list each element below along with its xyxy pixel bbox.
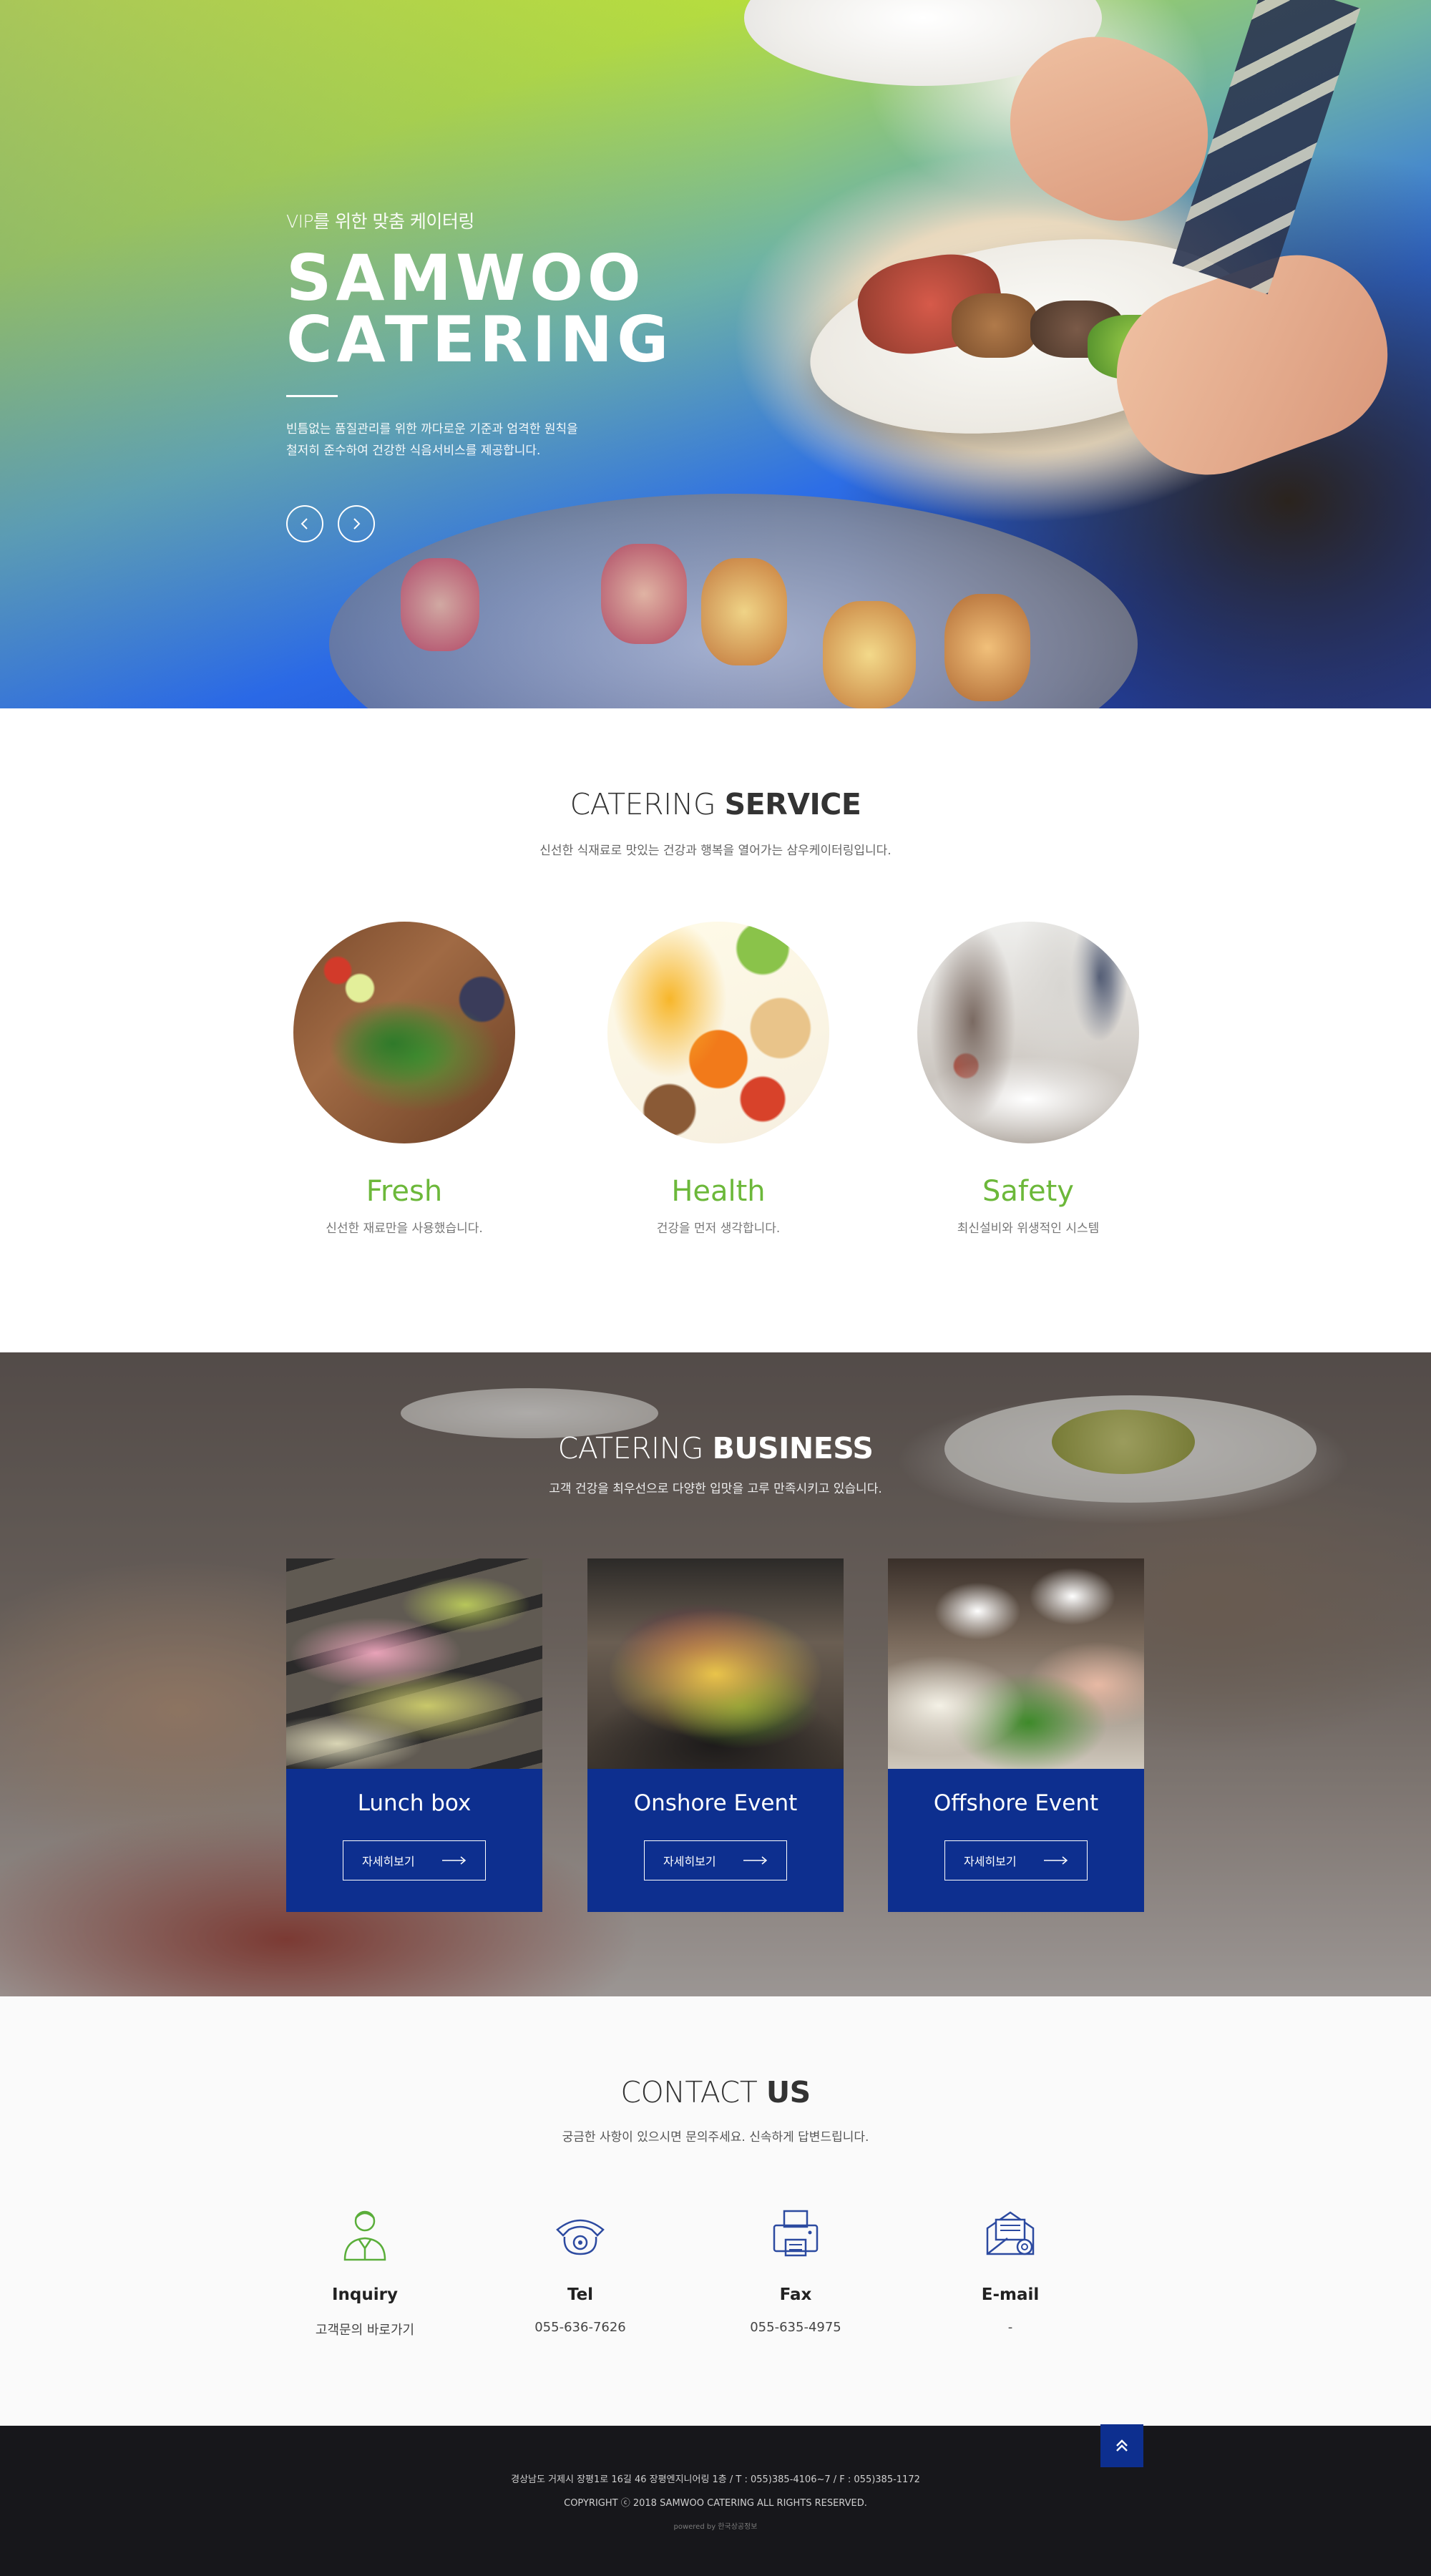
arrow-right-icon — [743, 1856, 768, 1865]
page: VIP를 위한 맞춤 케이터링 SAMWOO CATERING 빈틈없는 품질관… — [0, 0, 1431, 2576]
contact-item-fax[interactable]: Fax 055-635-4975 — [710, 2204, 881, 2335]
chevron-right-icon — [353, 518, 361, 530]
section-title: CATERING SERVICE — [0, 787, 1431, 821]
contact-item-inquiry[interactable]: Inquiry 고객문의 바로가기 — [279, 2204, 451, 2338]
service-name: Safety — [982, 1175, 1074, 1208]
footer-copyright: COPYRIGHT ⓒ 2018 SAMWOO CATERING ALL RIG… — [564, 2498, 867, 2509]
contact-label: Fax — [779, 2285, 812, 2304]
section-title-bold: BUSINESS — [712, 1431, 874, 1465]
hero-food-image — [944, 594, 1030, 701]
hero-title-line: CATERING — [286, 303, 673, 376]
view-details-button[interactable]: 자세히보기 — [644, 1840, 787, 1880]
hero-description: 빈틈없는 품질관리를 위한 까다로운 기준과 엄격한 원칙을 철저히 준수하여 … — [286, 419, 615, 462]
business-card-onshore-event[interactable]: Onshore Event 자세히보기 — [587, 1558, 844, 1912]
business-card-title: Onshore Event — [633, 1790, 798, 1816]
catering-business-section: CATERING BUSINESS 고객 건강을 최우선으로 다양한 입맛을 고… — [0, 1352, 1431, 1996]
fresh-image — [293, 922, 515, 1143]
service-item-health: Health 건강을 먼저 생각합니다. — [604, 922, 833, 1236]
hero-banner: VIP를 위한 맞춤 케이터링 SAMWOO CATERING 빈틈없는 품질관… — [0, 0, 1431, 708]
view-details-button[interactable]: 자세히보기 — [944, 1840, 1088, 1880]
view-details-button[interactable]: 자세히보기 — [343, 1840, 486, 1880]
section-title-bold: US — [766, 2075, 811, 2109]
onshore-event-image — [587, 1558, 844, 1769]
hero-text: VIP를 위한 맞춤 케이터링 SAMWOO CATERING 빈틈없는 품질관… — [286, 208, 673, 462]
section-subtitle: 신선한 식재료로 맛있는 건강과 행복을 열어가는 삼우케이터링입니다. — [539, 844, 892, 858]
contact-value: 055-635-4975 — [750, 2320, 841, 2335]
business-card-title: Offshore Event — [933, 1790, 1099, 1816]
hero-description-line: 빈틈없는 품질관리를 위한 까다로운 기준과 엄격한 원칙을 — [286, 422, 578, 436]
contact-item-tel[interactable]: Tel 055-636-7626 — [494, 2204, 666, 2335]
service-desc: 최신설비와 위생적인 시스템 — [957, 1221, 1100, 1236]
section-title-light: CATERING — [557, 1431, 713, 1465]
contact-value: - — [1007, 2320, 1013, 2335]
service-name: Health — [671, 1175, 766, 1208]
double-chevron-up-icon — [1116, 2439, 1128, 2451]
view-details-label: 자세히보기 — [663, 1855, 716, 1868]
arrow-right-icon — [442, 1856, 467, 1865]
hero-description-line: 철저히 준수하여 건강한 식음서비스를 제공합니다. — [286, 444, 541, 458]
safety-image — [917, 922, 1139, 1143]
scroll-to-top-button[interactable] — [1100, 2424, 1143, 2467]
hero-divider — [286, 395, 338, 397]
footer-powered-by[interactable]: powered by 한국상공정보 — [0, 2520, 1431, 2531]
business-card-title: Lunch box — [357, 1790, 472, 1816]
offshore-event-image — [888, 1558, 1144, 1769]
service-name: Fresh — [366, 1175, 443, 1208]
section-subtitle: 고객 건강을 최우선으로 다양한 입맛을 고루 만족시키고 있습니다. — [549, 1482, 882, 1496]
hero-title-line: SAMWOO — [286, 241, 645, 315]
hero-title: SAMWOO CATERING — [286, 241, 673, 376]
section-title-light: CONTACT — [620, 2075, 766, 2109]
contact-item-email[interactable]: E-mail - — [924, 2204, 1096, 2335]
fax-icon — [773, 2210, 819, 2257]
section-title: CONTACT US — [0, 2075, 1431, 2109]
section-title-bold: SERVICE — [724, 787, 861, 821]
hero-subtitle: VIP를 위한 맞춤 케이터링 — [286, 211, 474, 232]
hero-food-image — [823, 601, 916, 708]
lunch-box-image — [286, 1558, 542, 1769]
contact-section: CONTACT US 궁금한 사항이 있으시면 문의주세요. 신속하게 답변드립… — [0, 1996, 1431, 2426]
contact-value: 고객문의 바로가기 — [315, 2323, 415, 2338]
email-icon — [986, 2211, 1035, 2255]
business-card-offshore-event[interactable]: Offshore Event 자세히보기 — [888, 1558, 1144, 1912]
health-image — [607, 922, 829, 1143]
hero-slider-controls — [286, 505, 375, 542]
view-details-label: 자세히보기 — [362, 1855, 415, 1868]
slider-prev-button[interactable] — [286, 505, 323, 542]
footer: 경상남도 거제시 장평1로 16길 46 장평엔지니어링 1층 / T : 05… — [0, 2424, 1431, 2576]
arrow-right-icon — [1044, 1856, 1068, 1865]
section-title: CATERING BUSINESS — [0, 1431, 1431, 1465]
service-desc: 신선한 재료만을 사용했습니다. — [326, 1221, 483, 1236]
view-details-label: 자세히보기 — [964, 1855, 1017, 1868]
service-item-fresh: Fresh 신선한 재료만을 사용했습니다. — [290, 922, 519, 1236]
chevron-left-icon — [301, 518, 308, 530]
hero-food-image — [952, 293, 1037, 358]
catering-service-section: CATERING SERVICE 신선한 식재료로 맛있는 건강과 행복을 열어… — [0, 708, 1431, 1352]
person-icon — [343, 2210, 386, 2261]
footer-address: 경상남도 거제시 장평1로 16길 46 장평엔지니어링 1층 / T : 05… — [511, 2474, 920, 2485]
section-title-light: CATERING — [570, 787, 725, 821]
business-card-lunch-box[interactable]: Lunch box 자세히보기 — [286, 1558, 542, 1912]
slider-next-button[interactable] — [338, 505, 375, 542]
contact-label: Tel — [567, 2285, 594, 2304]
contact-label: E-mail — [981, 2285, 1040, 2304]
contact-value: 055-636-7626 — [534, 2320, 626, 2335]
service-item-safety: Safety 최신설비와 위생적인 시스템 — [914, 922, 1143, 1236]
telephone-icon — [556, 2219, 605, 2255]
contact-label: Inquiry — [332, 2285, 398, 2304]
service-desc: 건강을 먼저 생각합니다. — [656, 1221, 781, 1236]
section-subtitle: 궁금한 사항이 있으시면 문의주세요. 신속하게 답변드립니다. — [562, 2130, 869, 2145]
